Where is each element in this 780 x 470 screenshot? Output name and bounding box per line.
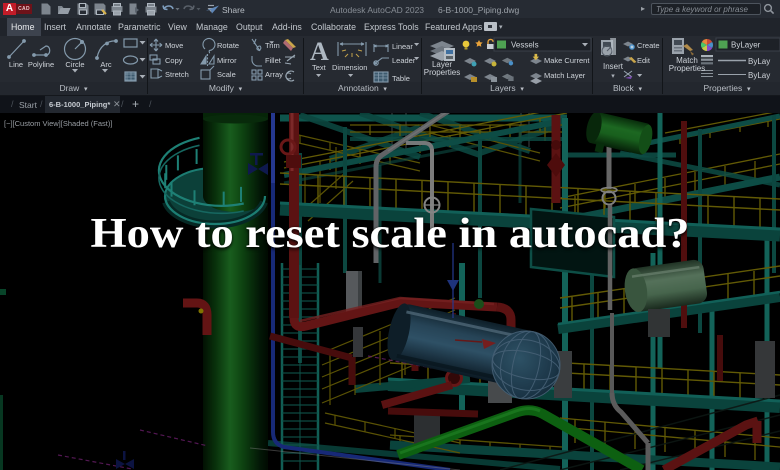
svg-text:Scale: Scale [217, 70, 236, 79]
svg-text:Leader: Leader [392, 56, 416, 65]
svg-text:A: A [310, 37, 329, 66]
svg-text:Fillet: Fillet [265, 56, 282, 65]
svg-text:Edit: Edit [637, 56, 651, 65]
svg-text:Array: Array [265, 70, 283, 79]
svg-text:ByLayer: ByLayer [731, 41, 761, 50]
svg-text:ByLay: ByLay [748, 71, 770, 80]
svg-text:Move: Move [165, 41, 183, 50]
svg-text:Text: Text [312, 63, 327, 72]
svg-text:Arc: Arc [100, 60, 112, 69]
svg-text:Mirror: Mirror [217, 56, 237, 65]
svg-text:Stretch: Stretch [165, 70, 189, 79]
svg-text:Circle: Circle [65, 60, 84, 69]
svg-text:Make Current: Make Current [544, 56, 590, 65]
svg-text:Match Layer: Match Layer [544, 71, 586, 80]
svg-text:Rotate: Rotate [217, 41, 239, 50]
svg-text:Create: Create [637, 41, 660, 50]
svg-text:Table: Table [392, 74, 410, 83]
svg-text:Polyline: Polyline [28, 60, 54, 69]
svg-text:Linear: Linear [392, 42, 413, 51]
svg-text:Line: Line [9, 60, 23, 69]
svg-text:Copy: Copy [165, 56, 183, 65]
svg-text:ByLay: ByLay [748, 57, 770, 66]
svg-text:Vessels: Vessels [511, 41, 539, 50]
svg-text:Dimension: Dimension [332, 63, 367, 72]
